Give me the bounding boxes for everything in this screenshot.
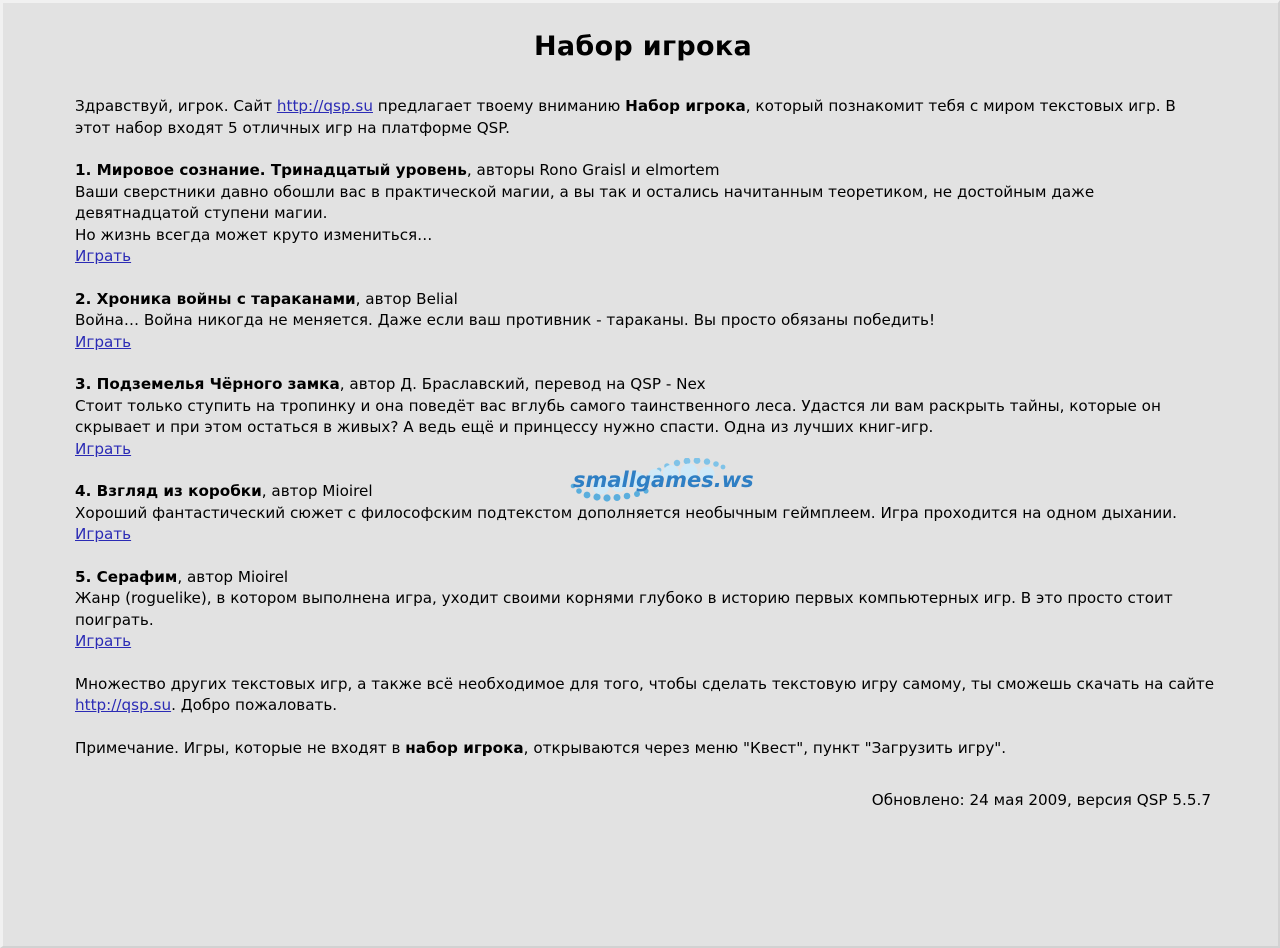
game-2-description: Война… Война никогда не меняется. Даже е… <box>75 311 936 329</box>
game-4-author: , автор Mioirel <box>261 482 373 500</box>
qsp-site-link-bottom[interactable]: http://qsp.su <box>75 696 171 714</box>
game-4-number: 4. <box>75 482 92 500</box>
page-title: Набор игрока <box>534 31 752 62</box>
game-3-number: 3. <box>75 375 92 393</box>
game-1-description: Ваши сверстники давно обошли вас в практ… <box>75 182 1095 223</box>
outro-text-2: . Добро пожаловать. <box>171 696 338 714</box>
game-entry-3: 3. Подземелья Чёрного замка, автор Д. Бр… <box>75 374 1215 460</box>
game-2-name: Хроника войны с тараканами <box>91 289 356 308</box>
game-4-description: Хороший фантастический сюжет с философск… <box>75 503 1177 522</box>
qsp-site-link-top[interactable]: http://qsp.su <box>277 97 373 115</box>
note-text-1: Примечание. Игры, которые не входят в <box>75 738 406 757</box>
game-3-heading: 3. Подземелья Чёрного замка, автор Д. Бр… <box>75 374 1215 396</box>
note-text-2: , открываются через меню "Квест", пункт … <box>523 738 1007 757</box>
document-content: Набор игрока Здравствуй, игрок. Сайт htt… <box>3 3 1280 812</box>
game-1-play-link[interactable]: Играть <box>75 247 131 265</box>
game-5-heading: 5. Серафим, автор Mioirel <box>75 567 1215 589</box>
game-2-heading: 2. Хроника войны с тараканами, автор Bel… <box>75 289 1215 311</box>
outro-paragraph: Множество других текстовых игр, а также … <box>75 674 1215 717</box>
outro-text-1: Множество других текстовых игр, а также … <box>75 674 1215 693</box>
intro-text-1: Здравствуй, игрок. Сайт <box>75 97 277 115</box>
updated-footer: Обновлено: 24 мая 2009, версия QSP 5.5.7 <box>871 791 1211 809</box>
game-5-author: , автор Mioirel <box>177 567 289 586</box>
note-bold-набор-игрока: набор игрока <box>405 738 524 757</box>
game-4-heading: 4. Взгляд из коробки, автор Mioirel <box>75 481 1215 503</box>
intro-text-2: предлагает твоему вниманию <box>372 97 626 115</box>
game-5-description: Жанр (roguelike), в котором выполнена иг… <box>75 589 1173 629</box>
game-5-number: 5. <box>75 567 92 586</box>
game-2-play-link[interactable]: Играть <box>75 333 131 351</box>
game-3-play-link[interactable]: Играть <box>75 440 131 458</box>
game-5-name: Серафим <box>91 567 178 586</box>
game-1-heading: 1. Мировое сознание. Тринадцатый уровень… <box>75 160 1215 182</box>
game-2-number: 2. <box>75 289 92 308</box>
page-frame: smallgames.ws Набор игрока Здравствуй, и… <box>0 0 1280 948</box>
game-1-name: Мировое сознание. Тринадцатый уровень <box>91 161 467 179</box>
game-entry-4: 4. Взгляд из коробки, автор Mioirel Хоро… <box>75 481 1215 546</box>
game-entry-2: 2. Хроника войны с тараканами, автор Bel… <box>75 289 1215 354</box>
note-paragraph: Примечание. Игры, которые не входят в на… <box>75 738 1215 760</box>
game-4-play-link[interactable]: Играть <box>75 525 131 543</box>
game-1-number: 1. <box>75 161 92 179</box>
intro-paragraph: Здравствуй, игрок. Сайт http://qsp.su пр… <box>75 96 1215 139</box>
intro-bold-набор-игрока: Набор игрока <box>625 97 746 115</box>
game-4-name: Взгляд из коробки <box>91 482 262 500</box>
game-3-name: Подземелья Чёрного замка <box>91 375 340 393</box>
game-5-play-link[interactable]: Играть <box>75 632 131 650</box>
game-3-author: , автор Д. Браславский, перевод на QSP -… <box>339 375 706 393</box>
game-entry-1: 1. Мировое сознание. Тринадцатый уровень… <box>75 160 1215 268</box>
game-entry-5: 5. Серафим, автор Mioirel Жанр (roguelik… <box>75 567 1215 653</box>
game-1-author: , авторы Rono Graisl и elmortem <box>466 161 720 179</box>
game-2-author: , автор Belial <box>355 289 458 308</box>
game-1-description-2: Но жизнь всегда может круто измениться… <box>75 225 433 244</box>
game-3-description: Стоит только ступить на тропинку и она п… <box>75 396 1161 437</box>
